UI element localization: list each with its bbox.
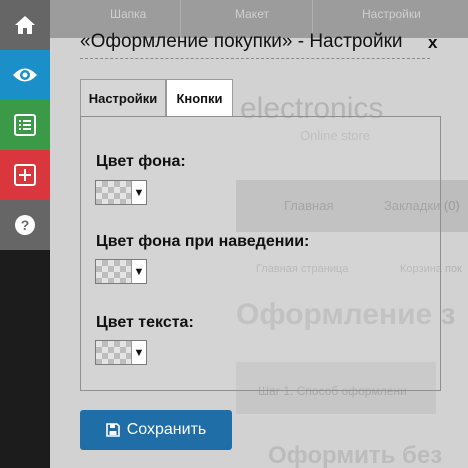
close-button[interactable]: x [428,33,437,53]
text-color-picker[interactable]: ▼ [95,340,147,365]
color-swatch [96,341,132,364]
help-button[interactable]: ? [0,200,50,250]
add-button[interactable] [0,150,50,200]
panel-title: «Оформление покупки» - Настройки [80,31,403,52]
bg-top-item: Настройки [362,7,421,21]
tab-settings[interactable]: Настройки [80,79,166,117]
list-icon [14,114,36,136]
bg-heading: Оформить без [268,442,443,468]
svg-text:?: ? [21,217,30,233]
save-button[interactable]: Сохранить [80,410,232,450]
text-color-label: Цвет текста: [96,314,194,331]
color-swatch [96,181,132,204]
bg-top-item: Макет [235,7,269,21]
bg-color-picker[interactable]: ▼ [95,180,147,205]
bg-color-label: Цвет фона: [96,153,186,170]
dropdown-arrow-icon: ▼ [133,346,145,359]
save-label: Сохранить [126,421,207,438]
title-divider [80,58,430,59]
color-swatch [96,260,132,283]
hover-color-picker[interactable]: ▼ [95,259,147,284]
hover-color-label: Цвет фона при наведении: [96,233,310,250]
eye-icon [13,68,37,82]
dropdown-arrow-icon: ▼ [133,265,145,278]
editor-toolbar: ? [0,0,50,468]
preview-button[interactable] [0,50,50,100]
floppy-disk-icon [105,423,120,437]
help-icon: ? [15,215,35,235]
tab-buttons[interactable]: Кнопки [166,79,233,117]
dropdown-arrow-icon: ▼ [133,186,145,199]
bg-top-item: Шапка [110,7,147,21]
list-button[interactable] [0,100,50,150]
plus-square-icon [14,164,36,186]
home-icon [15,16,35,34]
home-button[interactable] [0,0,50,50]
